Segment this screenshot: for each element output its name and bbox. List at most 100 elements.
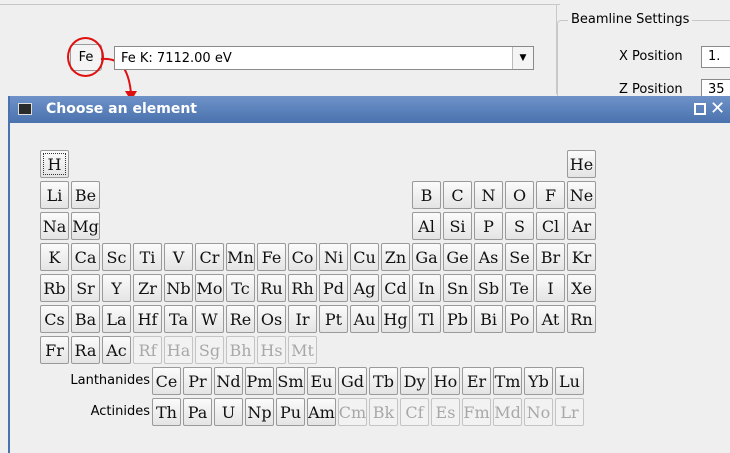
element-button-he[interactable]: He: [567, 150, 596, 178]
element-button-as[interactable]: As: [474, 243, 503, 271]
element-button-ca[interactable]: Ca: [71, 243, 100, 271]
element-button-h[interactable]: H: [40, 150, 69, 178]
element-button-re[interactable]: Re: [226, 305, 255, 333]
element-button-rh[interactable]: Rh: [288, 274, 317, 302]
element-button-sb[interactable]: Sb: [474, 274, 503, 302]
element-button-br[interactable]: Br: [536, 243, 565, 271]
element-button-pd[interactable]: Pd: [319, 274, 348, 302]
element-button-ne[interactable]: Ne: [567, 181, 596, 209]
element-button-k[interactable]: K: [40, 243, 69, 271]
element-button-be[interactable]: Be: [71, 181, 100, 209]
element-button-pb[interactable]: Pb: [443, 305, 472, 333]
element-button-ir[interactable]: Ir: [288, 305, 317, 333]
element-button-ga[interactable]: Ga: [412, 243, 441, 271]
element-button-ag[interactable]: Ag: [350, 274, 379, 302]
maximize-icon[interactable]: [694, 103, 706, 115]
element-button-hf[interactable]: Hf: [133, 305, 162, 333]
element-button-rb[interactable]: Rb: [40, 274, 69, 302]
element-button-os[interactable]: Os: [257, 305, 286, 333]
element-button-cl[interactable]: Cl: [536, 212, 565, 240]
element-button-s[interactable]: S: [505, 212, 534, 240]
element-button-ar[interactable]: Ar: [567, 212, 596, 240]
element-button-ac[interactable]: Ac: [102, 336, 131, 364]
element-button-in[interactable]: In: [412, 274, 441, 302]
element-button-eu[interactable]: Eu: [307, 367, 336, 395]
element-button-lu[interactable]: Lu: [555, 367, 584, 395]
element-button-la[interactable]: La: [102, 305, 131, 333]
element-button-zr[interactable]: Zr: [133, 274, 162, 302]
element-button-w[interactable]: W: [195, 305, 224, 333]
element-button-nd[interactable]: Nd: [214, 367, 243, 395]
element-button-ni[interactable]: Ni: [319, 243, 348, 271]
element-button-ti[interactable]: Ti: [133, 243, 162, 271]
element-button-ba[interactable]: Ba: [71, 305, 100, 333]
element-button-n[interactable]: N: [474, 181, 503, 209]
element-button-se[interactable]: Se: [505, 243, 534, 271]
element-button-si[interactable]: Si: [443, 212, 472, 240]
element-button-cd[interactable]: Cd: [381, 274, 410, 302]
element-button-u[interactable]: U: [214, 398, 243, 426]
dialog-titlebar[interactable]: Choose an element ✕: [10, 96, 730, 123]
element-button-pa[interactable]: Pa: [183, 398, 212, 426]
element-button-mn[interactable]: Mn: [226, 243, 255, 271]
element-button-pu[interactable]: Pu: [276, 398, 305, 426]
element-button-tc[interactable]: Tc: [226, 274, 255, 302]
element-button-pt[interactable]: Pt: [319, 305, 348, 333]
element-button-au[interactable]: Au: [350, 305, 379, 333]
element-button-tl[interactable]: Tl: [412, 305, 441, 333]
element-button-p[interactable]: P: [474, 212, 503, 240]
element-button-fr[interactable]: Fr: [40, 336, 69, 364]
element-button-er[interactable]: Er: [462, 367, 491, 395]
element-button-co[interactable]: Co: [288, 243, 317, 271]
element-button-bi[interactable]: Bi: [474, 305, 503, 333]
element-button-ho[interactable]: Ho: [431, 367, 460, 395]
element-button-li[interactable]: Li: [40, 181, 69, 209]
element-button-gd[interactable]: Gd: [338, 367, 367, 395]
element-button-te[interactable]: Te: [505, 274, 534, 302]
element-button-sr[interactable]: Sr: [71, 274, 100, 302]
element-button-th[interactable]: Th: [152, 398, 181, 426]
element-button-hg[interactable]: Hg: [381, 305, 410, 333]
element-button-ra[interactable]: Ra: [71, 336, 100, 364]
element-button-sc[interactable]: Sc: [102, 243, 131, 271]
element-button-ta[interactable]: Ta: [164, 305, 193, 333]
element-button-o[interactable]: O: [505, 181, 534, 209]
element-button-sm[interactable]: Sm: [276, 367, 305, 395]
element-button-cs[interactable]: Cs: [40, 305, 69, 333]
element-button-al[interactable]: Al: [412, 212, 441, 240]
element-button-b[interactable]: B: [412, 181, 441, 209]
element-button-v[interactable]: V: [164, 243, 193, 271]
element-button-nb[interactable]: Nb: [164, 274, 193, 302]
element-button-xe[interactable]: Xe: [567, 274, 596, 302]
element-button-po[interactable]: Po: [505, 305, 534, 333]
element-button-zn[interactable]: Zn: [381, 243, 410, 271]
element-button-tm[interactable]: Tm: [493, 367, 522, 395]
element-button-np[interactable]: Np: [245, 398, 274, 426]
element-button-cr[interactable]: Cr: [195, 243, 224, 271]
element-button-kr[interactable]: Kr: [567, 243, 596, 271]
element-button-dy[interactable]: Dy: [400, 367, 429, 395]
element-button-c[interactable]: C: [443, 181, 472, 209]
element-button-fe[interactable]: Fe: [257, 243, 286, 271]
element-button-ce[interactable]: Ce: [152, 367, 181, 395]
element-button-f[interactable]: F: [536, 181, 565, 209]
close-icon[interactable]: ✕: [710, 98, 725, 119]
element-button-mg[interactable]: Mg: [71, 212, 100, 240]
element-button-na[interactable]: Na: [40, 212, 69, 240]
element-button-mo[interactable]: Mo: [195, 274, 224, 302]
element-button-cu[interactable]: Cu: [350, 243, 379, 271]
element-button-sn[interactable]: Sn: [443, 274, 472, 302]
element-button-y[interactable]: Y: [102, 274, 131, 302]
element-button-yb[interactable]: Yb: [524, 367, 553, 395]
element-button-at[interactable]: At: [536, 305, 565, 333]
element-button-pr[interactable]: Pr: [183, 367, 212, 395]
element-button-am[interactable]: Am: [307, 398, 336, 426]
x-position-field[interactable]: 1.: [701, 46, 730, 68]
element-button-i[interactable]: I: [536, 274, 565, 302]
element-button-rn[interactable]: Rn: [567, 305, 596, 333]
element-button-tb[interactable]: Tb: [369, 367, 398, 395]
edge-select[interactable]: Fe K: 7112.00 eV ▼: [114, 46, 534, 70]
chevron-down-icon[interactable]: ▼: [512, 47, 533, 69]
element-button-pm[interactable]: Pm: [245, 367, 274, 395]
element-button-ge[interactable]: Ge: [443, 243, 472, 271]
